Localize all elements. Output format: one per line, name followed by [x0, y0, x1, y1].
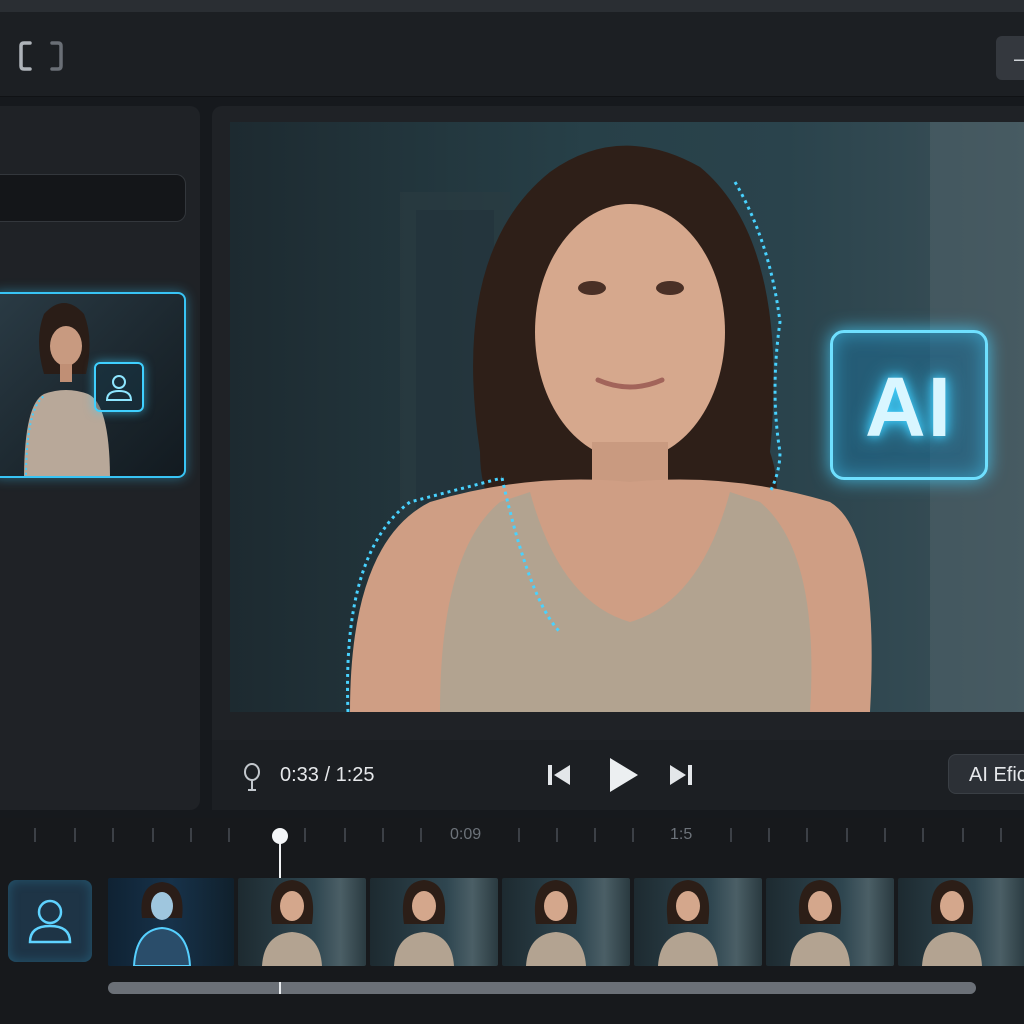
person-silhouette-icon[interactable] [8, 880, 92, 962]
timeline-clip-track[interactable] [108, 878, 1024, 966]
timeline-frame-ai[interactable] [108, 878, 234, 966]
playhead-handle[interactable] [272, 828, 288, 844]
ai-effects-button-label: AI Efic [969, 764, 1024, 786]
minus-icon: – [1014, 46, 1024, 72]
play-icon[interactable] [606, 756, 640, 794]
ruler-tick [632, 828, 634, 842]
ruler-tick [594, 828, 596, 842]
ai-effects-button[interactable]: AI Efic [948, 754, 1024, 794]
ruler-tick [806, 828, 808, 842]
ruler-tick [420, 828, 422, 842]
bracket-frame-icon [18, 40, 64, 72]
location-pin-icon[interactable] [242, 762, 262, 792]
ruler-tick [382, 828, 384, 842]
media-thumbnail-selected[interactable] [0, 292, 186, 478]
ruler-label: 1:5 [670, 826, 693, 843]
ruler-tick [1000, 828, 1002, 842]
ruler-tick [962, 828, 964, 842]
scrollbar-playhead-marker [279, 982, 281, 994]
ruler-tick [112, 828, 114, 842]
ruler-tick [922, 828, 924, 842]
timeline-frame[interactable] [370, 878, 498, 966]
ruler-tick [344, 828, 346, 842]
ruler-tick [518, 828, 520, 842]
timeline-frame[interactable] [634, 878, 762, 966]
ai-badge: AI [830, 330, 988, 480]
ruler-label: 0:09 [450, 826, 482, 843]
window-top-strip [0, 0, 1024, 12]
timeline-frame[interactable] [502, 878, 630, 966]
ai-badge-text: AI [865, 360, 953, 454]
ruler-tick [152, 828, 154, 842]
header-action-button[interactable]: – [996, 36, 1024, 80]
ruler-tick [884, 828, 886, 842]
ruler-tick [304, 828, 306, 842]
media-search-input[interactable] [0, 174, 186, 222]
skip-next-icon[interactable] [668, 762, 694, 788]
skip-previous-icon[interactable] [546, 762, 572, 788]
timeline-frame[interactable] [898, 878, 1024, 966]
ruler-tick [190, 828, 192, 842]
time-display: 0:33 / 1:25 [280, 764, 375, 786]
ruler-tick [74, 828, 76, 842]
app-header [0, 12, 1024, 97]
ruler-tick [228, 828, 230, 842]
ruler-tick [34, 828, 36, 842]
timeline-scrollbar-thumb[interactable] [108, 982, 976, 994]
person-outline-icon [94, 362, 144, 412]
timeline-frame[interactable] [238, 878, 366, 966]
ruler-tick [556, 828, 558, 842]
ruler-tick [768, 828, 770, 842]
ruler-tick [846, 828, 848, 842]
ruler-tick [730, 828, 732, 842]
timeline-frame[interactable] [766, 878, 894, 966]
